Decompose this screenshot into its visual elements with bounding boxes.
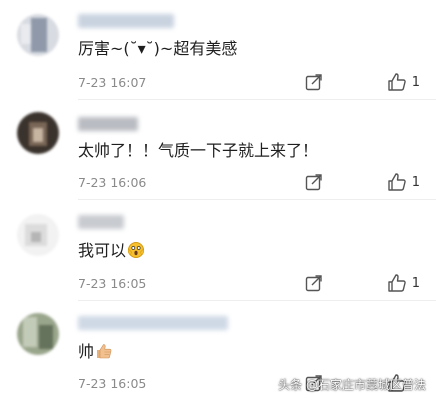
comment-text-body: 帅 bbox=[78, 342, 95, 361]
scream-emoji bbox=[127, 241, 145, 264]
comment-actions: 1 bbox=[304, 172, 420, 192]
comment-text-body: 我可以 bbox=[78, 241, 127, 260]
avatar[interactable] bbox=[17, 14, 59, 56]
like-count: 1 bbox=[411, 74, 420, 90]
comment-item: 我可以 7-23 16:05 1 bbox=[0, 200, 436, 301]
watermark: 头条 @石家庄市藁城区普法 bbox=[278, 378, 426, 392]
thumbs-up-icon[interactable] bbox=[386, 171, 408, 193]
comment-actions: 1 bbox=[304, 273, 420, 293]
thumbs-up-icon[interactable] bbox=[386, 71, 408, 93]
comment-text: 我可以 bbox=[78, 241, 145, 264]
author-name[interactable] bbox=[78, 117, 138, 131]
like-count: 1 bbox=[411, 275, 420, 291]
author-name[interactable] bbox=[78, 215, 124, 229]
comment-text: 帅 bbox=[78, 342, 113, 365]
thumbs-up-emoji bbox=[95, 342, 113, 365]
author-name[interactable] bbox=[78, 14, 174, 28]
author-name[interactable] bbox=[78, 316, 228, 330]
comment-time: 7-23 16:06 bbox=[78, 175, 147, 190]
avatar[interactable] bbox=[17, 112, 59, 154]
avatar[interactable] bbox=[17, 214, 59, 256]
comment-time: 7-23 16:05 bbox=[78, 376, 147, 391]
comment-item: 太帅了！！气质一下子就上来了！ 7-23 16:06 1 bbox=[0, 100, 436, 200]
avatar[interactable] bbox=[17, 313, 59, 355]
share-icon[interactable] bbox=[304, 72, 324, 92]
thumbs-up-icon[interactable] bbox=[386, 272, 408, 294]
comment-text: 厉害~(˘▾˘)~超有美感 bbox=[78, 39, 238, 58]
comment-actions: 1 bbox=[304, 72, 420, 92]
comment-text: 太帅了！！气质一下子就上来了！ bbox=[78, 141, 319, 160]
share-icon[interactable] bbox=[304, 172, 324, 192]
comment-item: 厉害~(˘▾˘)~超有美感 7-23 16:07 1 bbox=[0, 0, 436, 100]
share-icon[interactable] bbox=[304, 273, 324, 293]
like-count: 1 bbox=[411, 174, 420, 190]
comment-time: 7-23 16:07 bbox=[78, 75, 147, 90]
comment-time: 7-23 16:05 bbox=[78, 276, 147, 291]
